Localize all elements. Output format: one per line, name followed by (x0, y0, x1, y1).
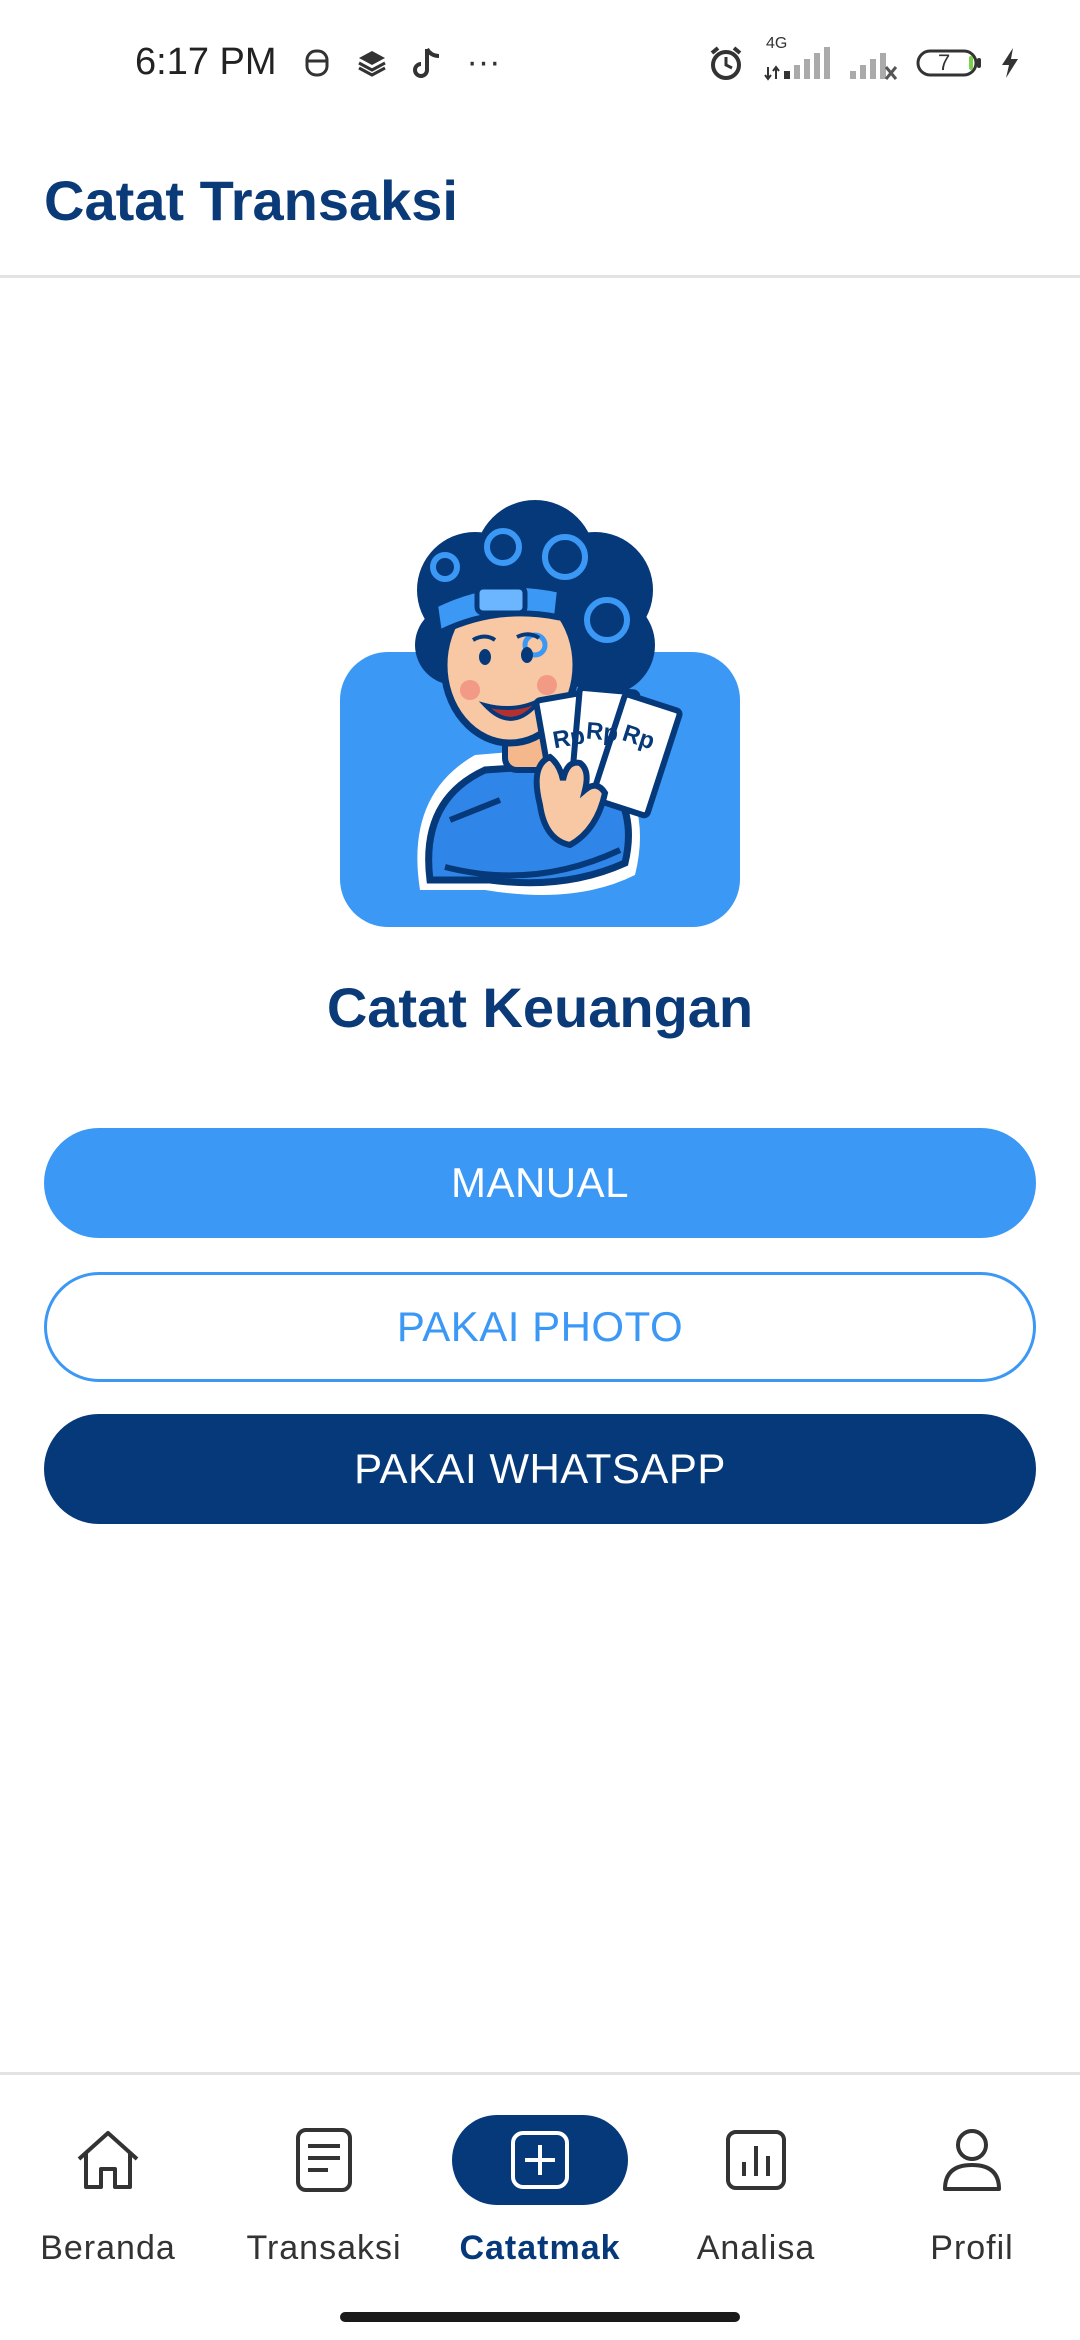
status-time: 6:17 PM (135, 41, 277, 83)
tiktok-icon (412, 46, 441, 80)
bar-chart-icon (668, 2115, 844, 2205)
photo-button[interactable]: PAKAI PHOTO (44, 1272, 1036, 1382)
app-root: 6:17 PM ··· 4G 7 Catat Transaksi Rp Rp R… (0, 0, 1080, 2340)
nav-item-catatmak[interactable]: Catatmak (432, 2115, 648, 2275)
alarm-icon (706, 43, 746, 83)
more-notifications-icon: ··· (466, 43, 501, 81)
nav-label-beranda: Beranda (40, 2229, 176, 2267)
layers-icon (357, 48, 387, 78)
page-title: Catat Transaksi (44, 168, 458, 232)
money-note-label-2: Rp (585, 717, 619, 747)
whatsapp-button[interactable]: PAKAI WHATSAPP (44, 1414, 1036, 1524)
bottom-nav: Beranda Transaksi Catatmak Analisa Profi… (0, 2072, 1080, 2340)
nav-item-profil[interactable]: Profil (864, 2115, 1080, 2275)
nav-label-analisa: Analisa (696, 2229, 816, 2267)
home-icon (20, 2115, 196, 2205)
mascot-illustration: Rp Rp Rp (335, 495, 745, 935)
battery-icon: 7 (916, 48, 982, 78)
battery-level: 7 (938, 49, 951, 75)
nav-item-analisa[interactable]: Analisa (648, 2115, 864, 2275)
network-type: 4G (766, 34, 788, 52)
charging-icon (1000, 47, 1020, 79)
nav-item-transaksi[interactable]: Transaksi (216, 2115, 432, 2275)
nav-item-beranda[interactable]: Beranda (0, 2115, 216, 2275)
signal-4g-icon: 4G (764, 35, 830, 81)
nav-label-profil: Profil (930, 2229, 1014, 2267)
status-left: 6:17 PM ··· (135, 41, 501, 84)
section-title: Catat Keuangan (326, 976, 754, 1039)
home-indicator[interactable] (340, 2312, 740, 2322)
document-icon (236, 2115, 412, 2205)
status-bar: 6:17 PM ··· 4G 7 (0, 0, 1080, 125)
manual-button[interactable]: MANUAL (44, 1128, 1036, 1238)
user-icon (884, 2115, 1060, 2205)
money-note-label-1: Rp (551, 722, 587, 754)
nav-label-transaksi: Transaksi (246, 2229, 402, 2267)
notification-bot-icon (303, 47, 331, 79)
plus-square-icon (452, 2115, 628, 2205)
app-header: Catat Transaksi (0, 125, 1080, 278)
status-right: 4G 7 (706, 35, 1020, 83)
signal-no-sim-icon (848, 45, 898, 81)
nav-label-catatmak: Catatmak (459, 2229, 621, 2267)
